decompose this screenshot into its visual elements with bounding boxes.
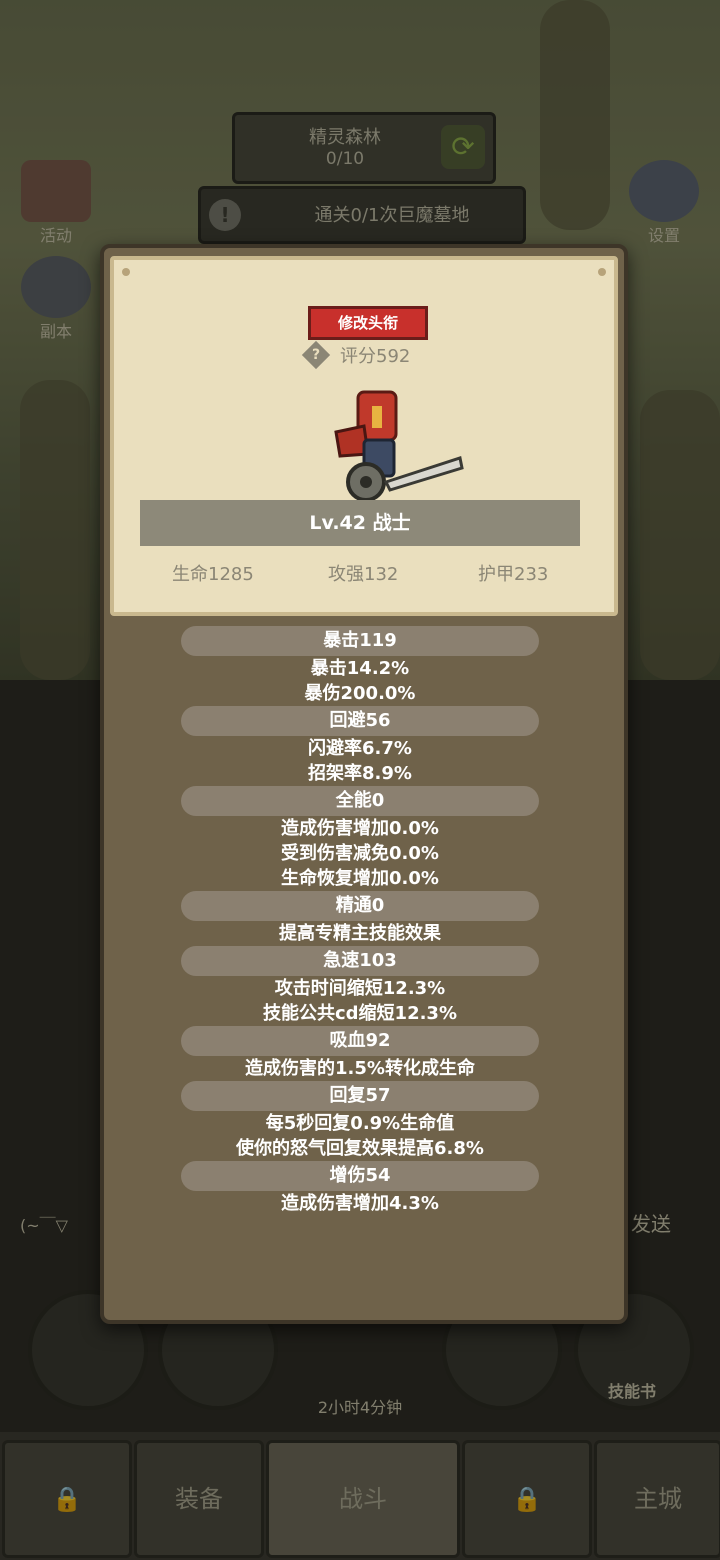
stat-detail: 每5秒回复0.9%生命值 (265, 1113, 455, 1134)
stat-header: 暴击119 (181, 626, 539, 656)
stat-header: 急速103 (181, 946, 539, 976)
stat-header: 精通0 (181, 891, 539, 921)
nail-icon (598, 268, 606, 276)
attack-stat: 攻强132 (328, 564, 399, 585)
character-card: 修改头衔 ? 评分592 Lv.42 战士 生命1285 攻强132 护甲233 (110, 256, 618, 616)
stat-detail: 造成伤害增加4.3% (281, 1193, 439, 1214)
stat-detail: 生命恢复增加0.0% (281, 868, 439, 889)
stat-header: 回复57 (181, 1081, 539, 1111)
base-stats: 生命1285 攻强132 护甲233 (114, 560, 606, 590)
stat-detail: 造成伤害增加0.0% (281, 818, 439, 839)
hp-stat: 生命1285 (172, 564, 254, 585)
stat-detail: 攻击时间缩短12.3% (274, 978, 446, 999)
stat-detail: 技能公共cd缩短12.3% (262, 1003, 457, 1024)
stat-header: 回避56 (181, 706, 539, 736)
stat-header: 增伤54 (181, 1161, 539, 1191)
character-stats-modal: 修改头衔 ? 评分592 Lv.42 战士 生命1285 攻强132 护甲233 … (100, 244, 628, 1324)
help-icon[interactable]: ? (301, 340, 331, 370)
stat-detail: 闪避率6.7% (308, 738, 412, 759)
stat-detail: 招架率8.9% (308, 763, 412, 784)
stat-detail: 暴伤200.0% (304, 683, 416, 704)
level-class-banner: Lv.42 战士 (140, 500, 580, 546)
stat-header: 吸血92 (181, 1026, 539, 1056)
stat-detail: 造成伤害的1.5%转化成生命 (245, 1058, 475, 1079)
nail-icon (122, 268, 130, 276)
armor-stat: 护甲233 (478, 564, 549, 585)
stat-detail: 提高专精主技能效果 (279, 923, 441, 944)
stat-header: 全能0 (181, 786, 539, 816)
stat-detail: 受到伤害减免0.0% (281, 843, 439, 864)
stat-detail: 使你的怒气回复效果提高6.8% (236, 1138, 484, 1159)
warrior-avatar (334, 390, 464, 502)
stat-list: 暴击119 暴击14.2% 暴伤200.0% 回避56 闪避率6.7% 招架率8.9% 全能… (104, 626, 616, 1216)
change-title-button[interactable]: 修改头衔 (308, 306, 428, 340)
score-value: 评分592 (340, 346, 411, 367)
score-row: ? 评分592 (301, 340, 411, 370)
stat-detail: 暴击14.2% (310, 658, 410, 679)
